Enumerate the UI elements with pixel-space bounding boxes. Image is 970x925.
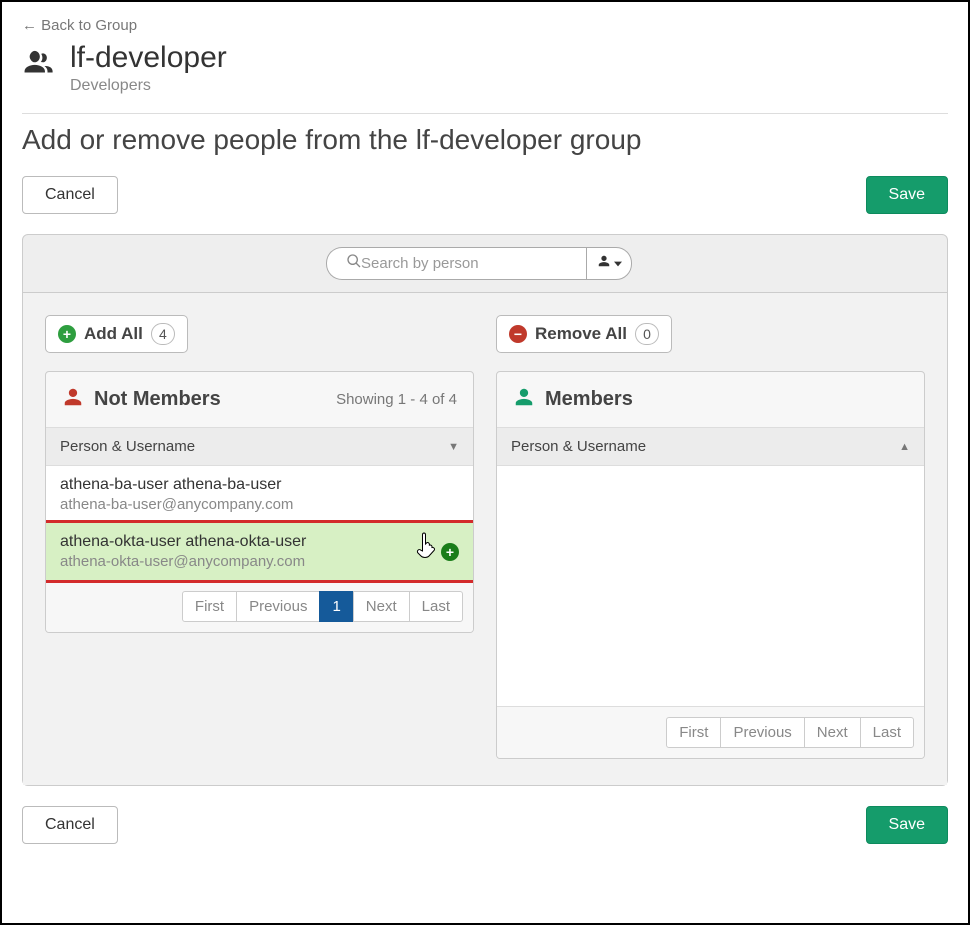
divider (22, 113, 948, 114)
not-members-pager: First Previous 1 Next Last (46, 580, 473, 632)
person-icon (597, 254, 611, 273)
members-pager: First Previous Next Last (497, 706, 924, 758)
group-subtitle: Developers (70, 77, 227, 95)
pager-next[interactable]: Next (353, 591, 410, 622)
pager-previous[interactable]: Previous (720, 717, 804, 748)
remove-all-count: 0 (635, 323, 659, 345)
remove-all-label: Remove All (535, 324, 627, 344)
cancel-button[interactable]: Cancel (22, 806, 118, 844)
pager-previous[interactable]: Previous (236, 591, 320, 622)
minus-icon: − (509, 325, 527, 343)
add-person-icon[interactable]: + (441, 543, 459, 561)
user-name: athena-ba-user athena-ba-user (60, 476, 293, 494)
chevron-down-icon (614, 260, 622, 268)
not-members-card: Not Members Showing 1 - 4 of 4 Person & … (45, 371, 474, 633)
search-bar (23, 235, 947, 293)
members-card: Members Person & Username ▲ First Previo… (496, 371, 925, 759)
search-input[interactable] (326, 247, 586, 280)
save-button[interactable]: Save (866, 176, 948, 214)
not-members-showing: Showing 1 - 4 of 4 (336, 391, 457, 408)
pager-first[interactable]: First (182, 591, 237, 622)
members-column-header[interactable]: Person & Username ▲ (497, 428, 924, 466)
pager-first[interactable]: First (666, 717, 721, 748)
sort-icon: ▼ (448, 441, 459, 453)
pager-last[interactable]: Last (860, 717, 914, 748)
user-email: athena-okta-user@anycompany.com (60, 553, 306, 570)
pager-page-1[interactable]: 1 (319, 591, 353, 622)
person-icon (513, 386, 535, 413)
group-icon (22, 41, 56, 86)
remove-all-button[interactable]: − Remove All 0 (496, 315, 672, 353)
sort-icon: ▲ (899, 441, 910, 453)
page-title: Add or remove people from the lf-develop… (22, 124, 948, 156)
add-all-button[interactable]: + Add All 4 (45, 315, 188, 353)
not-members-column-header[interactable]: Person & Username ▼ (46, 428, 473, 466)
save-button[interactable]: Save (866, 806, 948, 844)
back-to-group-link[interactable]: ← Back to Group (22, 17, 137, 34)
search-icon (346, 253, 362, 274)
membership-panel: + Add All 4 Not Members Showing 1 - 4 of… (22, 234, 948, 786)
column-label: Person & Username (511, 438, 646, 455)
group-name: lf-developer (70, 41, 227, 75)
user-name: athena-okta-user athena-okta-user (60, 533, 306, 551)
person-icon (62, 386, 84, 413)
cancel-button[interactable]: Cancel (22, 176, 118, 214)
members-title: Members (545, 388, 633, 411)
members-empty (497, 466, 924, 706)
column-label: Person & Username (60, 438, 195, 455)
list-item[interactable]: athena-okta-user athena-okta-user athena… (45, 520, 474, 583)
list-item[interactable]: athena-ba-user athena-ba-user athena-ba-… (46, 466, 473, 523)
not-members-title: Not Members (94, 388, 221, 411)
user-email: athena-ba-user@anycompany.com (60, 496, 293, 513)
cursor-hand-icon (416, 531, 440, 564)
add-all-label: Add All (84, 324, 143, 344)
pager-last[interactable]: Last (409, 591, 463, 622)
person-filter-dropdown[interactable] (586, 247, 632, 280)
plus-icon: + (58, 325, 76, 343)
add-all-count: 4 (151, 323, 175, 345)
pager-next[interactable]: Next (804, 717, 861, 748)
